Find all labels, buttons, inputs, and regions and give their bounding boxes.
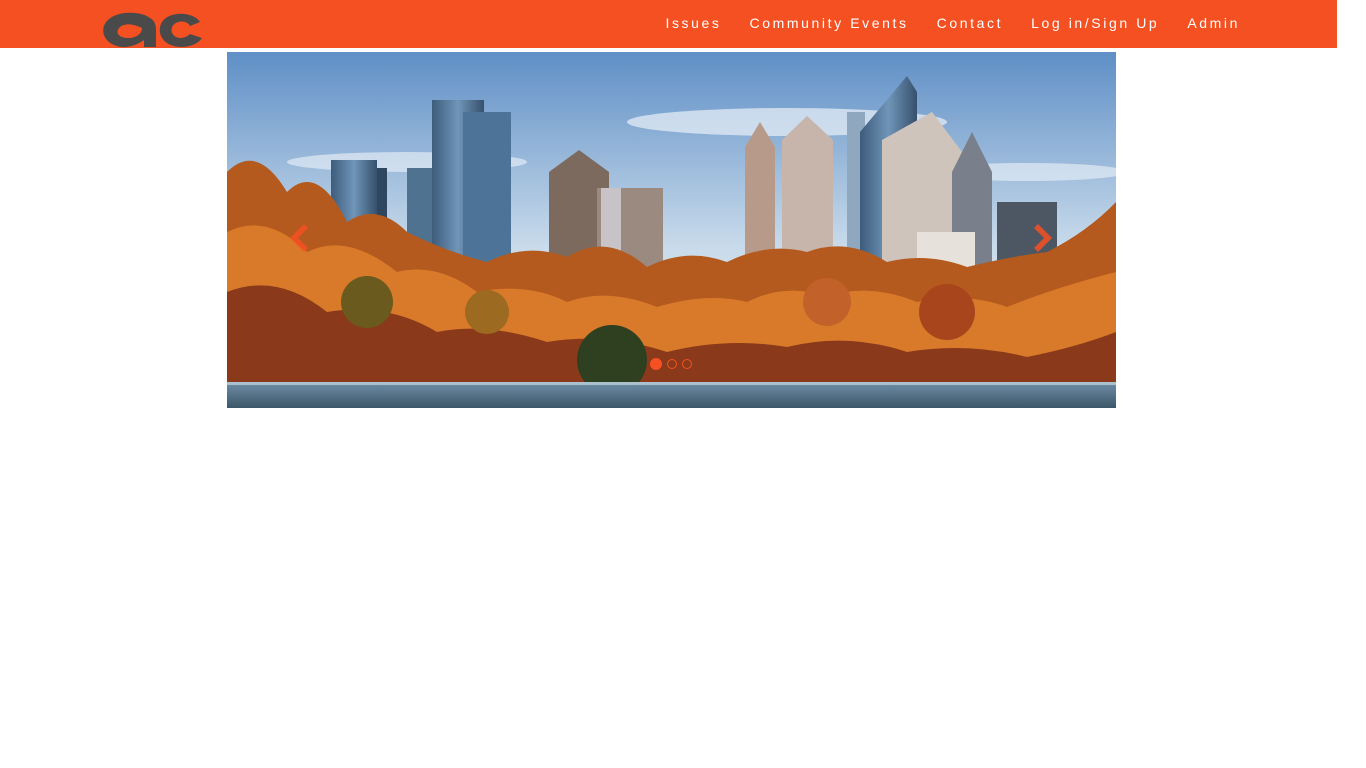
carousel-indicators: [650, 358, 697, 370]
nav-item-login-signup[interactable]: Log in/Sign Up: [1031, 15, 1159, 31]
main-nav: Issues Community Events Contact Log in/S…: [637, 0, 1240, 45]
site-logo[interactable]: [100, 10, 204, 50]
carousel-next-button[interactable]: [1030, 218, 1060, 258]
navbar: Issues Community Events Contact Log in/S…: [0, 0, 1337, 48]
carousel-indicator-2[interactable]: [667, 359, 677, 369]
carousel-prev-button[interactable]: [282, 218, 312, 258]
carousel-slide-image: [227, 52, 1116, 408]
nav-item-admin[interactable]: Admin: [1187, 15, 1240, 31]
nav-item-community-events[interactable]: Community Events: [750, 15, 909, 31]
carousel-indicator-1[interactable]: [650, 358, 662, 370]
nav-item-issues[interactable]: Issues: [665, 15, 721, 31]
hero-carousel: [227, 52, 1116, 408]
logo-mark-icon: [103, 12, 202, 48]
carousel-indicator-3[interactable]: [682, 359, 692, 369]
chevron-right-icon: [1034, 224, 1052, 252]
chevron-left-icon: [290, 224, 308, 252]
nav-item-contact[interactable]: Contact: [937, 15, 1003, 31]
